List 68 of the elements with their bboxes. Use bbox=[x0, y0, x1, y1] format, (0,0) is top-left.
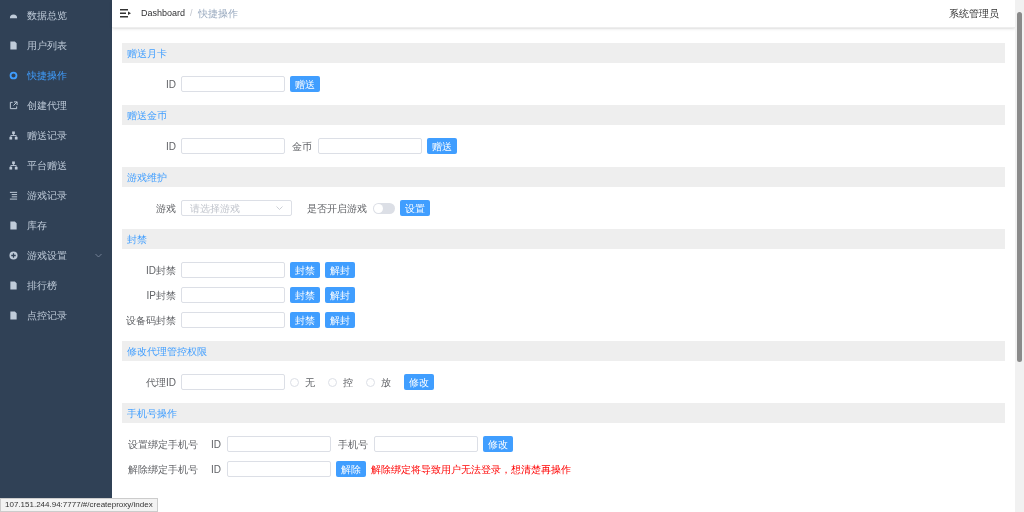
radio-label[interactable]: 无 bbox=[305, 374, 315, 390]
input-field[interactable] bbox=[181, 374, 285, 390]
list-icon bbox=[9, 190, 18, 200]
sidebar-item[interactable]: 游戏设置 bbox=[0, 240, 112, 270]
sidebar-item[interactable]: 排行榜 bbox=[0, 270, 112, 300]
field-label: 代理ID bbox=[146, 375, 176, 390]
menu-icon[interactable] bbox=[120, 9, 131, 18]
radio-button[interactable] bbox=[328, 377, 337, 387]
document-icon bbox=[9, 40, 18, 50]
section-title: 手机号操作 bbox=[122, 403, 1005, 423]
input-field[interactable] bbox=[181, 76, 285, 92]
section-title: 修改代理管控权限 bbox=[122, 341, 1005, 361]
input-field[interactable] bbox=[181, 312, 285, 328]
field-label: 解除绑定手机号 bbox=[128, 462, 199, 477]
section-title: 游戏维护 bbox=[122, 167, 1005, 187]
input-field[interactable] bbox=[318, 138, 422, 154]
field-label: 是否开启游戏 bbox=[307, 201, 367, 216]
sidebar-item[interactable]: 游戏记录 bbox=[0, 180, 112, 210]
ring-icon bbox=[9, 70, 18, 80]
breadcrumb-item: 快捷操作 bbox=[197, 7, 238, 21]
input-field[interactable] bbox=[181, 138, 285, 154]
input-field[interactable] bbox=[181, 287, 285, 303]
status-url: 107.151.244.94:7777/#/createproxy/index bbox=[0, 498, 158, 512]
hierarchy-icon bbox=[9, 130, 18, 140]
input-field[interactable] bbox=[181, 262, 285, 278]
document-icon bbox=[9, 280, 18, 290]
input-field[interactable] bbox=[374, 436, 478, 452]
section-title: 封禁 bbox=[122, 229, 1005, 249]
document-icon bbox=[9, 220, 18, 230]
field-label: ID bbox=[166, 77, 176, 92]
section-title: 赠送月卡 bbox=[122, 43, 1005, 63]
sidebar-item[interactable]: 创建代理 bbox=[0, 90, 112, 120]
field-label: IP封禁 bbox=[146, 288, 176, 303]
toggle-switch[interactable] bbox=[373, 202, 395, 214]
breadcrumb-separator: / bbox=[190, 6, 193, 20]
radio-label[interactable]: 放 bbox=[381, 374, 391, 390]
field-label: ID bbox=[211, 437, 221, 452]
field-label: ID bbox=[211, 462, 221, 477]
breadcrumb-item[interactable]: Dashboard bbox=[141, 6, 186, 21]
field-label: 手机号 bbox=[338, 437, 368, 452]
sidebar-item[interactable]: 平台赠送 bbox=[0, 150, 112, 180]
chevron-down-icon bbox=[95, 252, 102, 258]
field-label: ID bbox=[166, 139, 176, 154]
field-label: 设置绑定手机号 bbox=[128, 437, 199, 452]
sidebar-item[interactable]: 库存 bbox=[0, 210, 112, 240]
radio-button[interactable] bbox=[290, 377, 299, 387]
chevron-down-icon bbox=[276, 206, 283, 210]
sidebar-item[interactable]: 快捷操作 bbox=[0, 60, 112, 90]
input-field[interactable] bbox=[227, 436, 331, 452]
hierarchy-icon bbox=[9, 160, 18, 170]
field-label: 金币 bbox=[292, 139, 312, 154]
sidebar-item[interactable]: 赠送记录 bbox=[0, 120, 112, 150]
sidebar-item[interactable]: 数据总览 bbox=[0, 0, 112, 30]
radio-label[interactable]: 控 bbox=[343, 374, 353, 390]
field-label: 游戏 bbox=[156, 201, 176, 216]
user-name[interactable]: 系统管理员 bbox=[949, 6, 999, 21]
section-title: 赠送金币 bbox=[122, 105, 1005, 125]
sidebar-item[interactable]: 点控记录 bbox=[0, 300, 112, 330]
radio-button[interactable] bbox=[366, 377, 375, 387]
scrollbar[interactable] bbox=[1015, 0, 1024, 512]
sidebar-item[interactable]: 用户列表 bbox=[0, 30, 112, 60]
field-label: ID封禁 bbox=[146, 263, 176, 278]
external-link-icon bbox=[9, 100, 18, 110]
field-label: 设备码封禁 bbox=[126, 313, 176, 328]
document-icon bbox=[9, 310, 18, 320]
warning-text: 解除绑定将导致用户无法登录，想清楚再操作 bbox=[371, 462, 571, 477]
input-field[interactable] bbox=[227, 461, 331, 477]
plus-circle-icon bbox=[9, 250, 18, 260]
